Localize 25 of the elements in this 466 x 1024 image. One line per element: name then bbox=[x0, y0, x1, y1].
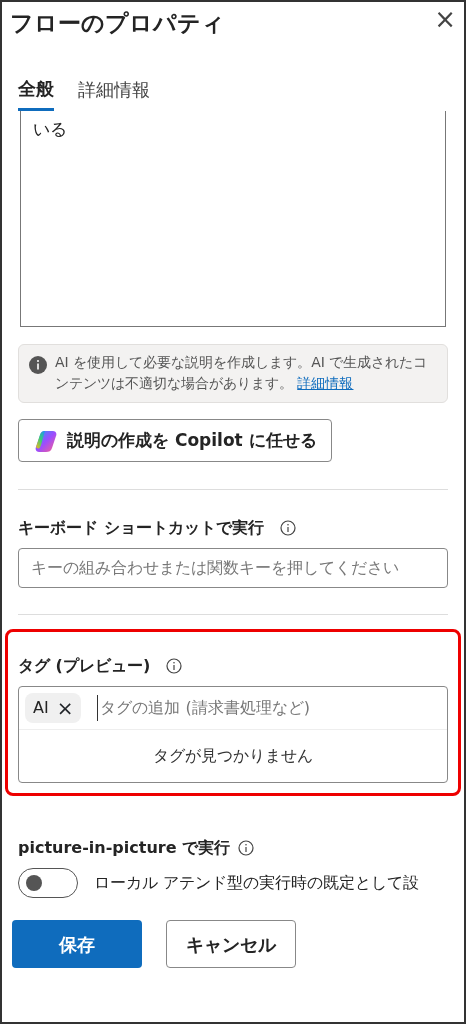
shortcut-field[interactable]: キーの組み合わせまたは関数キーを押してください bbox=[18, 548, 448, 589]
info-icon bbox=[29, 355, 47, 374]
cancel-button[interactable]: キャンセル bbox=[166, 920, 296, 969]
notice-text: AI を使用して必要な説明を作成します。AI で生成されたコンテンツは不適切な場合があります。 詳細情報 bbox=[55, 352, 429, 394]
learn-more-link[interactable]: 詳細情報 bbox=[297, 375, 354, 392]
close-button[interactable]: × bbox=[434, 6, 456, 32]
field-label: キーボード ショートカットで実行 bbox=[18, 517, 264, 540]
copilot-button[interactable]: 説明の作成を Copilot に任せる bbox=[18, 418, 332, 463]
description-field[interactable]: いる bbox=[20, 110, 446, 327]
field-label: タグ (プレビュー) bbox=[18, 655, 151, 678]
empty-message: タグが見つかりません bbox=[153, 746, 313, 766]
panel-title: フローのプロパティ bbox=[10, 9, 225, 38]
info-icon bbox=[279, 520, 296, 537]
copilot-icon bbox=[33, 428, 59, 453]
info-icon bbox=[166, 658, 183, 675]
field-label: picture-in-picture で実行 bbox=[18, 837, 231, 860]
info-icon bbox=[238, 840, 255, 857]
toggle-switch[interactable] bbox=[18, 868, 78, 899]
tag-field[interactable]: AI × タグの追加 (請求書処理など) タグが見つかりません bbox=[18, 686, 448, 784]
save-button[interactable]: 保存 bbox=[12, 920, 142, 969]
tab[interactable]: 詳細情報 bbox=[78, 74, 150, 111]
remove-tag-button[interactable]: × bbox=[56, 698, 74, 719]
toggle-label: ローカル アテンド型の実行時の既定として設 bbox=[94, 872, 420, 895]
tag-label: AI bbox=[33, 697, 49, 720]
tab[interactable]: 全般 bbox=[18, 74, 54, 111]
